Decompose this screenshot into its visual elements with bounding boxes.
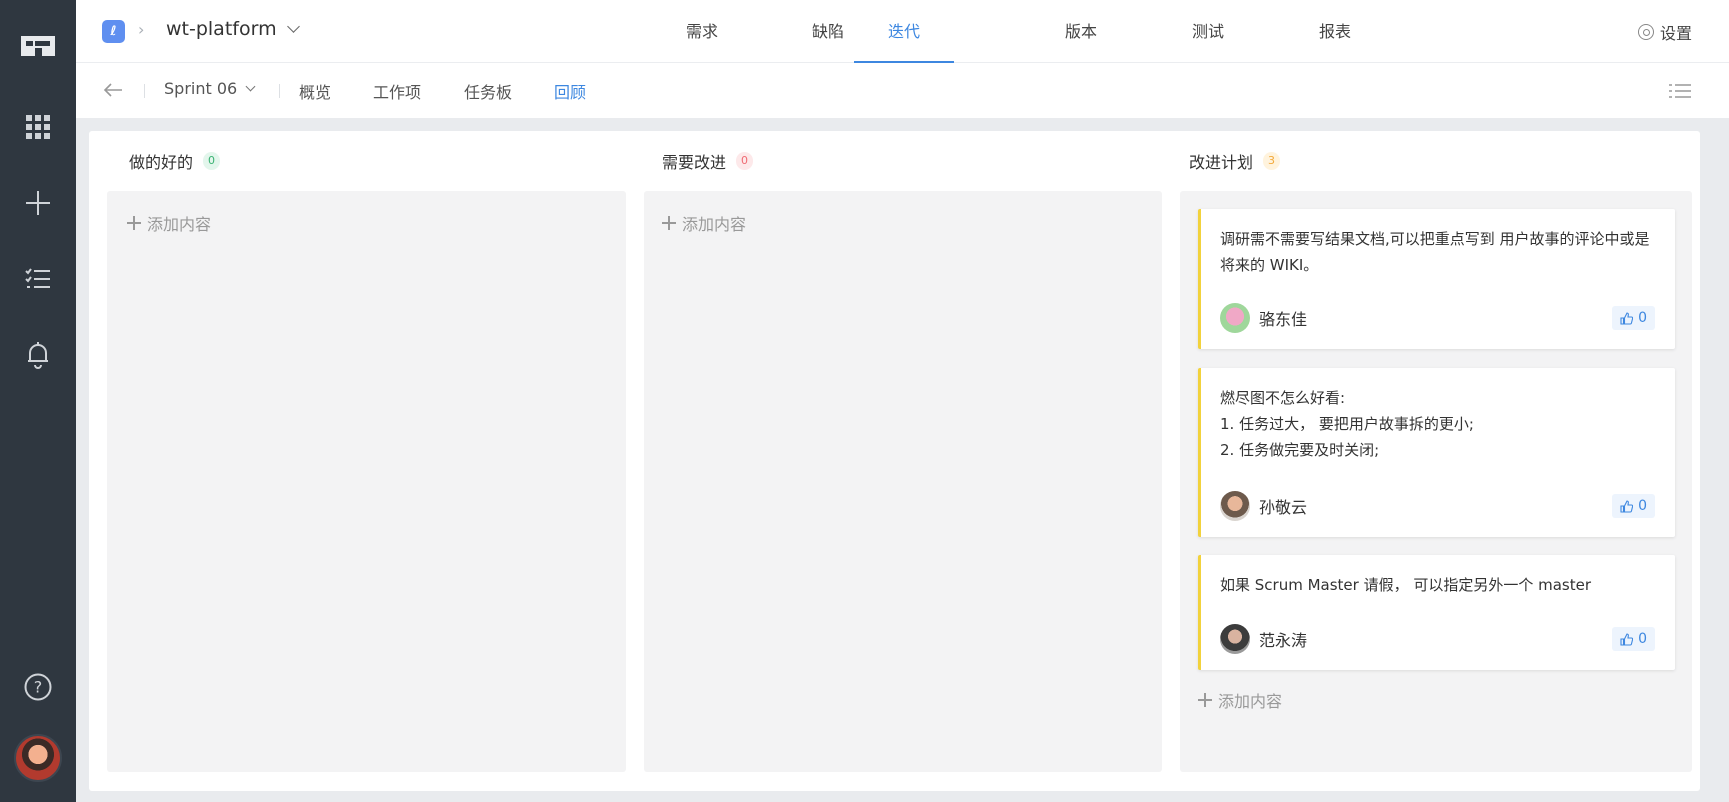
retrospective-board: 做的好的 0 添加内容 需要改进 0 添加内容 改进计划 3 调研需不需要写结果… <box>89 131 1700 791</box>
tab-releases[interactable]: 版本 <box>1031 0 1131 63</box>
author-name: 范永涛 <box>1259 631 1308 650</box>
add-content-button[interactable]: 添加内容 <box>662 211 746 235</box>
gear-icon <box>1637 24 1654 40</box>
plus-icon <box>1198 693 1212 707</box>
tab-reports[interactable]: 报表 <box>1285 0 1385 63</box>
count-badge: 3 <box>1263 152 1281 170</box>
settings-button[interactable]: 设置 <box>1637 20 1692 44</box>
card-text: 燃尽图不怎么好看: 1. 任务过大， 要把用户故事拆的更小; 2. 任务做完要及… <box>1220 385 1655 463</box>
thumbs-up-icon <box>1620 632 1634 646</box>
retro-card[interactable]: 燃尽图不怎么好看: 1. 任务过大， 要把用户故事拆的更小; 2. 任务做完要及… <box>1198 368 1675 537</box>
add-content-button[interactable]: 添加内容 <box>1198 688 1282 712</box>
card-text-line: 2. 任务做完要及时关闭; <box>1220 441 1380 459</box>
subtab-retrospective[interactable]: 回顾 <box>554 79 586 103</box>
back-arrow-icon[interactable] <box>102 80 124 100</box>
card-author: 范永涛 <box>1220 624 1307 654</box>
user-avatar[interactable] <box>14 734 62 782</box>
product-logo-icon[interactable] <box>0 30 76 60</box>
card-text: 调研需不需要写结果文档,可以把重点写到 用户故事的评论中或是将来的 WIKI。 <box>1220 230 1650 274</box>
svg-text:?: ? <box>34 678 43 697</box>
plus-icon[interactable] <box>0 188 76 218</box>
card-text: 如果 Scrum Master 请假， 可以指定另外一个 master <box>1220 576 1592 594</box>
column-header-improvement-plan: 改进计划 3 <box>1189 149 1281 173</box>
column-header-went-well: 做的好的 0 <box>129 149 221 173</box>
column-header-needs-improvement: 需要改进 0 <box>662 149 754 173</box>
column-improvement-plan: 调研需不需要写结果文档,可以把重点写到 用户故事的评论中或是将来的 WIKI。 … <box>1180 191 1692 772</box>
count-badge: 0 <box>736 152 754 170</box>
like-button[interactable]: 0 <box>1612 306 1655 330</box>
left-rail: ? <box>0 0 76 802</box>
add-content-label: 添加内容 <box>682 215 747 234</box>
avatar <box>1220 491 1250 521</box>
card-text-line: 燃尽图不怎么好看: <box>1220 389 1346 407</box>
count-badge: 0 <box>203 152 221 170</box>
add-content-button[interactable]: 添加内容 <box>127 211 211 235</box>
card-author: 孙敬云 <box>1220 491 1307 521</box>
retro-card[interactable]: 调研需不需要写结果文档,可以把重点写到 用户故事的评论中或是将来的 WIKI。 … <box>1198 209 1675 349</box>
author-name: 孙敬云 <box>1259 498 1308 517</box>
like-count: 0 <box>1638 310 1647 326</box>
task-list-icon[interactable] <box>0 264 76 294</box>
subtab-task-board[interactable]: 任务板 <box>464 79 512 103</box>
settings-label: 设置 <box>1659 24 1692 43</box>
subtab-overview[interactable]: 概览 <box>299 79 331 103</box>
avatar <box>1220 303 1250 333</box>
top-bar: ℓ › wt-platform 需求 缺陷 迭代 版本 测试 报表 设置 <box>76 0 1729 63</box>
subtab-work-items[interactable]: 工作项 <box>373 79 421 103</box>
sprint-name: Sprint 06 <box>164 79 238 98</box>
list-view-icon[interactable] <box>1669 83 1691 99</box>
main-tabs: 需求 缺陷 迭代 版本 测试 报表 <box>76 0 1729 63</box>
bell-icon[interactable] <box>0 340 76 370</box>
tab-testing[interactable]: 测试 <box>1158 0 1258 63</box>
card-text-line: 1. 任务过大， 要把用户故事拆的更小; <box>1220 415 1474 433</box>
apps-grid-icon[interactable] <box>0 112 76 142</box>
plus-icon <box>662 216 676 230</box>
avatar <box>1220 624 1250 654</box>
thumbs-up-icon <box>1620 311 1634 325</box>
divider <box>279 84 280 98</box>
like-count: 0 <box>1638 498 1647 514</box>
retro-card[interactable]: 如果 Scrum Master 请假， 可以指定另外一个 master 范永涛 … <box>1198 555 1675 670</box>
thumbs-up-icon <box>1620 499 1634 513</box>
card-author: 骆东佳 <box>1220 303 1307 333</box>
sprint-selector[interactable]: Sprint 06 <box>164 79 256 98</box>
column-title: 需要改进 <box>662 153 727 172</box>
plus-icon <box>127 216 141 230</box>
like-count: 0 <box>1638 631 1647 647</box>
column-title: 改进计划 <box>1189 153 1254 172</box>
add-content-label: 添加内容 <box>1218 692 1283 711</box>
sub-toolbar: Sprint 06 概览 工作项 任务板 回顾 <box>76 63 1729 118</box>
like-button[interactable]: 0 <box>1612 494 1655 518</box>
author-name: 骆东佳 <box>1259 310 1308 329</box>
chevron-down-icon <box>245 81 256 92</box>
column-needs-improvement: 添加内容 <box>644 191 1162 772</box>
add-content-label: 添加内容 <box>147 215 212 234</box>
column-went-well: 添加内容 <box>107 191 626 772</box>
column-title: 做的好的 <box>129 153 194 172</box>
divider <box>144 84 145 98</box>
tab-iterations[interactable]: 迭代 <box>854 0 954 63</box>
help-icon[interactable]: ? <box>0 672 76 702</box>
like-button[interactable]: 0 <box>1612 627 1655 651</box>
tab-requirements[interactable]: 需求 <box>652 0 752 63</box>
